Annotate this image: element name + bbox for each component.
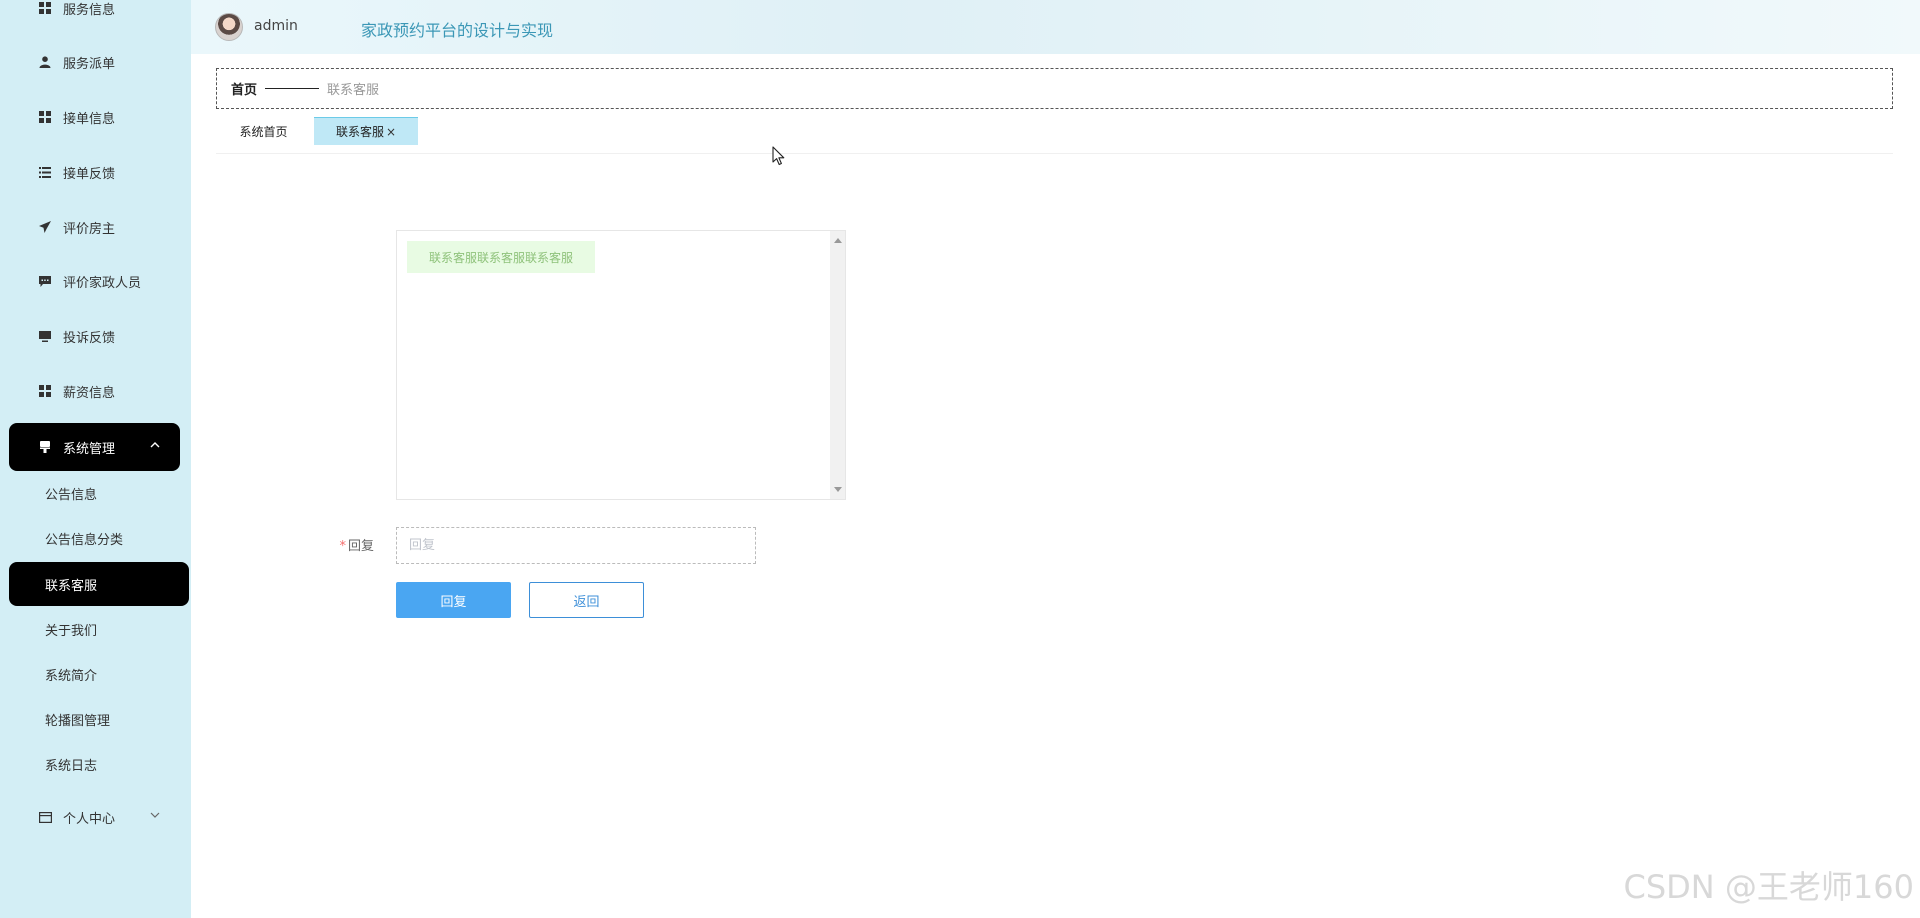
breadcrumb-home[interactable]: 首页 — [231, 79, 257, 98]
card-icon — [37, 809, 53, 825]
sidebar-item-label: 接单信息 — [63, 111, 116, 127]
reply-label-text: 回复 — [347, 539, 374, 554]
brush-icon — [37, 439, 53, 455]
tab-label: 联系客服 — [335, 125, 384, 139]
sidebar-item-salary[interactable]: 薪资信息 — [9, 367, 180, 415]
sidebar-subitem-label: 系统简介 — [45, 668, 98, 684]
scroll-down-arrow-icon[interactable] — [834, 487, 842, 492]
sidebar-item-order-info[interactable]: 接单信息 — [9, 93, 180, 141]
sidebar-item-label: 服务派单 — [63, 56, 116, 72]
avatar[interactable] — [215, 13, 243, 41]
chat-history[interactable]: 联系客服联系客服联系客服 — [396, 230, 846, 500]
scroll-up-arrow-icon[interactable] — [834, 238, 842, 243]
sidebar-item-label: 接单反馈 — [63, 166, 116, 182]
grid-icon — [37, 383, 53, 399]
sidebar-subitem-system-log[interactable]: 系统日志 — [9, 742, 189, 786]
sidebar-item-label: 服务信息 — [63, 2, 116, 18]
send-icon — [37, 219, 53, 235]
breadcrumb-separator — [265, 88, 320, 89]
tab-label: 系统首页 — [239, 124, 288, 139]
sidebar-item-label: 投诉反馈 — [63, 330, 116, 346]
sidebar-item-label: 系统管理 — [63, 441, 116, 457]
sidebar-item-personal-center[interactable]: 个人中心 — [9, 793, 180, 841]
grid-icon — [37, 0, 53, 16]
sidebar-subitem-label: 公告信息 — [45, 487, 98, 503]
chat-scrollbar[interactable] — [830, 231, 845, 499]
watermark: CSDN @王老师160 — [1623, 868, 1915, 906]
sidebar-item-complaints[interactable]: 投诉反馈 — [9, 312, 180, 360]
chevron-down-icon — [150, 812, 160, 818]
sidebar-item-order-feedback[interactable]: 接单反馈 — [9, 148, 180, 196]
sidebar-subitem-label: 关于我们 — [45, 623, 98, 639]
top-header: admin 家政预约平台的设计与实现 — [191, 0, 1920, 54]
chat-icon — [37, 273, 53, 289]
sidebar-subitem-system-intro[interactable]: 系统简介 — [9, 652, 189, 696]
breadcrumb-current: 联系客服 — [327, 83, 380, 98]
app-title: 家政预约平台的设计与实现 — [361, 21, 554, 40]
sidebar-item-label: 评价房主 — [63, 221, 116, 237]
tab-system-home[interactable]: 系统首页 — [216, 117, 311, 145]
reply-label: * 回复 — [300, 535, 374, 554]
sidebar-subitem-label: 联系客服 — [45, 578, 98, 594]
user-icon — [37, 54, 53, 70]
tabs-bar: 系统首页 联系客服 × — [216, 117, 1893, 154]
sidebar-item-rate-worker[interactable]: 评价家政人员 — [9, 257, 180, 305]
sidebar-item-label: 个人中心 — [63, 811, 116, 827]
tab-contact-support[interactable]: 联系客服 × — [314, 117, 418, 145]
sidebar-subitem-announcement-categories[interactable]: 公告信息分类 — [9, 516, 189, 560]
list-icon — [37, 164, 53, 180]
required-mark: * — [339, 539, 346, 554]
grid-icon — [37, 109, 53, 125]
sidebar-item-system-management[interactable]: 系统管理 — [9, 423, 180, 471]
chat-message: 联系客服联系客服联系客服 — [407, 241, 596, 273]
reply-input[interactable] — [396, 527, 756, 564]
monitor-icon — [37, 328, 53, 344]
sidebar-subitem-about-us[interactable]: 关于我们 — [9, 607, 189, 651]
sidebar-item-rate-owner[interactable]: 评价房主 — [9, 203, 180, 251]
sidebar-item-service-info[interactable]: 服务信息 — [9, 0, 180, 32]
sidebar-subitem-label: 系统日志 — [45, 758, 98, 774]
mouse-cursor-icon — [772, 146, 785, 166]
sidebar: 服务信息 服务派单 接单信息 接单反馈 评价房主 评价家政人员 投诉反馈 薪资信… — [0, 0, 191, 918]
back-button[interactable]: 返回 — [529, 582, 644, 618]
sidebar-item-label: 薪资信息 — [63, 385, 116, 401]
sidebar-subitem-contact-support[interactable]: 联系客服 — [9, 562, 189, 606]
sidebar-subitem-announcements[interactable]: 公告信息 — [9, 471, 189, 515]
reply-button[interactable]: 回复 — [396, 582, 511, 618]
sidebar-subitem-label: 轮播图管理 — [45, 713, 111, 729]
sidebar-subitem-label: 公告信息分类 — [45, 532, 124, 548]
sidebar-item-service-dispatch[interactable]: 服务派单 — [9, 38, 180, 86]
username[interactable]: admin — [254, 18, 298, 34]
breadcrumb: 首页 联系客服 — [216, 68, 1893, 109]
close-icon[interactable]: × — [386, 125, 396, 139]
sidebar-subitem-carousel-management[interactable]: 轮播图管理 — [9, 697, 189, 741]
sidebar-item-label: 评价家政人员 — [63, 275, 142, 291]
chevron-up-icon — [150, 442, 160, 448]
